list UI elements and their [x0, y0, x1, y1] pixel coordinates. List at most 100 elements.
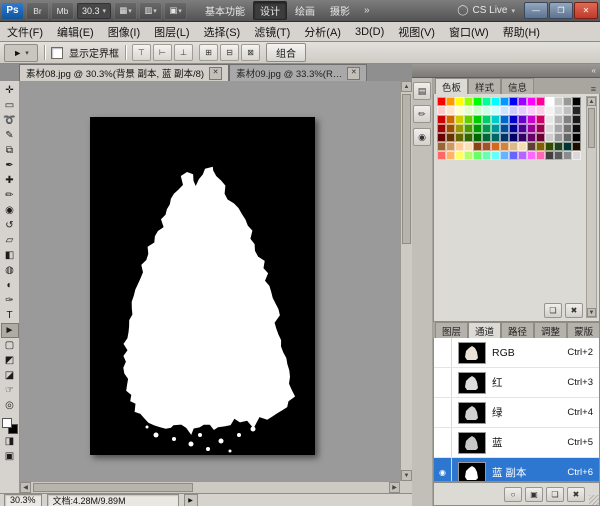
- new-swatch-button[interactable]: ❏: [544, 303, 562, 318]
- screen-mode-button[interactable]: ▣▾: [164, 2, 187, 20]
- color-swatch[interactable]: [491, 106, 500, 115]
- color-swatch[interactable]: [554, 133, 563, 142]
- workspace-button[interactable]: 绘画: [288, 1, 322, 20]
- 3d-rotate-tool[interactable]: ◩: [1, 353, 19, 368]
- color-swatch[interactable]: [491, 115, 500, 124]
- maximize-button[interactable]: ❐: [549, 2, 573, 19]
- color-swatch[interactable]: [509, 124, 518, 133]
- color-swatch[interactable]: [482, 97, 491, 106]
- zoom-tool[interactable]: ◎: [1, 398, 19, 413]
- swatches-tab[interactable]: 样式: [468, 78, 501, 94]
- menu-item[interactable]: 3D(D): [348, 22, 391, 41]
- color-swatch[interactable]: [536, 133, 545, 142]
- visibility-toggle[interactable]: [434, 338, 452, 367]
- channels-tab[interactable]: 图层: [435, 322, 468, 338]
- menu-item[interactable]: 帮助(H): [496, 22, 547, 41]
- color-swatch[interactable]: [491, 124, 500, 133]
- color-swatch[interactable]: [527, 106, 536, 115]
- channels-tab[interactable]: 调整: [534, 322, 567, 338]
- color-swatch[interactable]: [563, 151, 572, 160]
- resize-grip[interactable]: [589, 495, 599, 505]
- scroll-down-icon[interactable]: ▼: [587, 308, 596, 317]
- menu-item[interactable]: 文件(F): [0, 22, 50, 41]
- history-brush-tool[interactable]: ↺: [1, 218, 19, 233]
- color-swatch[interactable]: [527, 115, 536, 124]
- zoom-level-control[interactable]: 30.3 ▾: [77, 3, 111, 19]
- color-swatch[interactable]: [536, 142, 545, 151]
- color-swatch[interactable]: [518, 115, 527, 124]
- toolbar-screen-mode-button[interactable]: ▣: [1, 449, 19, 464]
- scroll-right-icon[interactable]: ▶: [389, 482, 400, 493]
- color-swatch[interactable]: [536, 106, 545, 115]
- eyedropper-tool[interactable]: ✒: [1, 158, 19, 173]
- color-swatch[interactable]: [482, 106, 491, 115]
- shape-tool[interactable]: ▢: [1, 338, 19, 353]
- 3d-pan-tool[interactable]: ◪: [1, 368, 19, 383]
- gradient-tool[interactable]: ◧: [1, 248, 19, 263]
- color-swatch[interactable]: [572, 115, 581, 124]
- color-swatch[interactable]: [518, 97, 527, 106]
- color-swatch[interactable]: [545, 115, 554, 124]
- channel-thumbnail[interactable]: [458, 462, 486, 483]
- quick-mask-button[interactable]: ◨: [1, 434, 19, 449]
- channels-tab[interactable]: 路径: [501, 322, 534, 338]
- crop-tool[interactable]: ⧉: [1, 143, 19, 158]
- scroll-up-icon[interactable]: ▲: [401, 81, 412, 92]
- color-swatch[interactable]: [500, 124, 509, 133]
- color-swatch[interactable]: [554, 106, 563, 115]
- color-swatch[interactable]: [563, 142, 572, 151]
- show-bounding-box-checkbox[interactable]: [51, 47, 63, 59]
- color-swatch[interactable]: [464, 133, 473, 142]
- color-swatch[interactable]: [446, 115, 455, 124]
- color-swatch[interactable]: [527, 142, 536, 151]
- color-swatch[interactable]: [509, 97, 518, 106]
- color-swatch[interactable]: [437, 142, 446, 151]
- brush-tool[interactable]: ✏: [1, 188, 19, 203]
- visibility-toggle[interactable]: ◉: [434, 458, 452, 482]
- color-swatch[interactable]: [473, 151, 482, 160]
- color-swatch[interactable]: [473, 142, 482, 151]
- color-swatch[interactable]: [545, 133, 554, 142]
- cs-live-button[interactable]: ◯ CS Live ▾: [451, 5, 521, 16]
- channel-row[interactable]: ◉蓝 副本Ctrl+6: [434, 458, 599, 482]
- launch-bridge-button[interactable]: Br: [26, 2, 49, 20]
- color-swatch[interactable]: [437, 151, 446, 160]
- color-swatch[interactable]: [527, 133, 536, 142]
- delete-swatch-button[interactable]: ✖: [565, 303, 583, 318]
- color-swatch[interactable]: [545, 151, 554, 160]
- arrange-documents-button[interactable]: ▥▾: [139, 2, 162, 20]
- horizontal-scrollbar[interactable]: ◀ ▶: [20, 481, 400, 493]
- color-swatch[interactable]: [455, 151, 464, 160]
- color-swatch[interactable]: [500, 97, 509, 106]
- color-swatch[interactable]: [518, 124, 527, 133]
- color-swatch[interactable]: [491, 142, 500, 151]
- channel-thumbnail[interactable]: [458, 372, 486, 394]
- move-tool[interactable]: ✛: [1, 83, 19, 98]
- scroll-up-icon[interactable]: ▲: [587, 97, 596, 106]
- pen-tool[interactable]: ✑: [1, 293, 19, 308]
- dodge-tool[interactable]: ◐: [1, 278, 19, 293]
- channel-thumbnail[interactable]: [458, 342, 486, 364]
- color-swatch[interactable]: [545, 97, 554, 106]
- color-swatch[interactable]: [482, 115, 491, 124]
- color-swatch[interactable]: [482, 124, 491, 133]
- channel-thumbnail[interactable]: [458, 432, 486, 454]
- color-swatch[interactable]: [473, 97, 482, 106]
- vertical-scrollbar[interactable]: ▲ ▼: [400, 81, 412, 481]
- color-swatch[interactable]: [518, 142, 527, 151]
- color-swatch[interactable]: [446, 133, 455, 142]
- color-panel-icon[interactable]: ▤: [413, 82, 431, 100]
- align-bottom-icon[interactable]: ⊥: [174, 44, 193, 61]
- color-swatch[interactable]: [473, 115, 482, 124]
- workspace-button[interactable]: 摄影: [323, 1, 357, 20]
- color-swatch[interactable]: [509, 115, 518, 124]
- color-swatch[interactable]: [518, 133, 527, 142]
- color-swatch[interactable]: [473, 124, 482, 133]
- color-swatch[interactable]: [536, 97, 545, 106]
- align-center-icon[interactable]: ⊢: [153, 44, 172, 61]
- horizontal-scroll-thumb[interactable]: [33, 483, 193, 492]
- color-swatch[interactable]: [455, 115, 464, 124]
- channel-row[interactable]: 绿Ctrl+4: [434, 398, 599, 428]
- foreground-color-chip[interactable]: [2, 418, 12, 428]
- color-swatch[interactable]: [563, 133, 572, 142]
